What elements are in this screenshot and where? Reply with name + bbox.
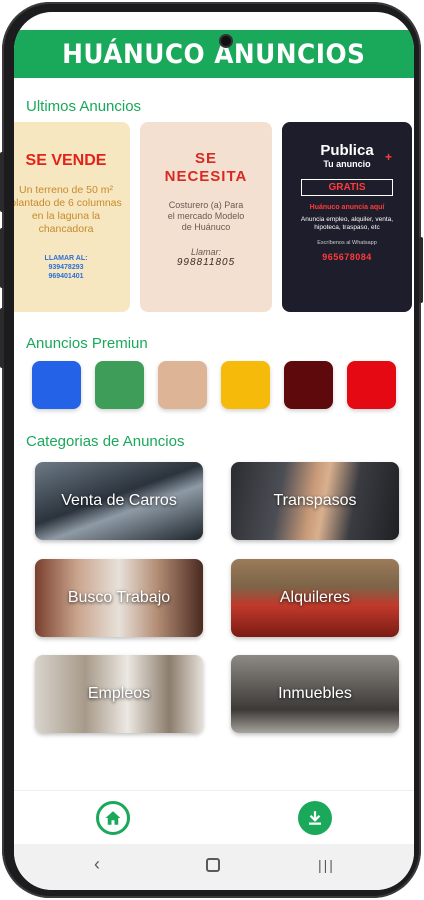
ad-heading: NECESITA — [164, 168, 248, 185]
ad-heading: Publica — [320, 142, 374, 159]
ad-phone: 969401401 — [48, 273, 84, 280]
category-inmuebles[interactable]: Inmuebles — [231, 655, 399, 733]
system-home-icon[interactable] — [206, 858, 220, 872]
power-button — [419, 237, 423, 303]
ad-call-label: Llamar: — [190, 247, 221, 257]
premium-swatch-beige[interactable] — [158, 361, 207, 409]
download-button[interactable] — [298, 801, 332, 835]
category-label: Empleos — [87, 685, 151, 702]
category-label: Inmuebles — [278, 685, 352, 702]
premium-swatch-red[interactable] — [347, 361, 396, 409]
ad-badge: GRATIS — [301, 179, 393, 196]
category-label: Alquileres — [279, 589, 351, 606]
latest-ads-title: Ultimos Anuncios — [26, 98, 142, 115]
category-alquileres[interactable]: Alquileres — [231, 559, 399, 637]
category-label: Venta de Carros — [61, 492, 177, 509]
back-icon[interactable]: ‹ — [94, 854, 100, 875]
ad-card-se-necesita[interactable]: SE NECESITA Costurero (a) Para el mercad… — [140, 122, 272, 312]
bixby-button — [0, 308, 4, 368]
ad-text: Costurero (a) Para el mercado Modelo de … — [167, 200, 245, 232]
ad-heading: SE — [194, 150, 217, 167]
bottom-navigation — [14, 790, 414, 844]
ad-card-publica[interactable]: + Publica Tu anuncio GRATIS Huánuco anun… — [282, 122, 412, 312]
category-busco-trabajo[interactable]: Busco Trabajo — [35, 559, 203, 637]
ad-text: Un terreno de 50 m² plantado de 6 column… — [14, 184, 122, 235]
premium-ads-title: Anuncios Premiun — [26, 335, 148, 352]
plus-icon: + — [384, 150, 392, 164]
ad-contact-label: LLAMAR AL: — [44, 255, 88, 262]
app-title: HUÁNUCO ANUNCIOS — [62, 38, 366, 70]
phone-frame: HUÁNUCO ANUNCIOS Ultimos Anuncios SE VEN… — [0, 2, 423, 898]
category-venta-de-carros[interactable]: Venta de Carros — [35, 462, 203, 540]
volume-button-2 — [0, 228, 4, 288]
download-icon — [309, 811, 321, 825]
category-empleos[interactable]: Empleos — [35, 655, 203, 733]
latest-ads-carousel[interactable]: SE VENDE Un terreno de 50 m² plantado de… — [14, 122, 414, 312]
app-header: HUÁNUCO ANUNCIOS — [14, 30, 414, 78]
home-button[interactable] — [96, 801, 130, 835]
premium-swatch-yellow[interactable] — [221, 361, 270, 409]
ad-phone: 939478293 — [48, 264, 84, 271]
volume-button — [0, 152, 4, 212]
recents-icon[interactable]: ||| — [318, 857, 335, 873]
front-camera — [219, 34, 233, 48]
premium-swatch-green[interactable] — [95, 361, 144, 409]
categories-title: Categorias de Anuncios — [26, 433, 185, 450]
ad-card-se-vende[interactable]: SE VENDE Un terreno de 50 m² plantado de… — [14, 122, 130, 312]
ad-whatsapp-text: Escríbenos al Whatsapp — [317, 240, 377, 246]
home-icon — [105, 811, 121, 825]
premium-swatch-blue[interactable] — [32, 361, 81, 409]
category-label: Busco Trabajo — [67, 589, 171, 606]
system-navigation-bar: ‹ ||| — [14, 844, 414, 890]
ad-phone: 965678084 — [322, 252, 372, 262]
ad-red-text: Huánuco anuncia aquí — [309, 204, 385, 211]
ad-text: Anuncia empleo, alquiler, venta, hipotec… — [300, 216, 394, 231]
ad-phone: 998811805 — [176, 257, 236, 268]
ad-heading: SE VENDE — [25, 152, 107, 169]
ad-subheading: Tu anuncio — [323, 159, 371, 169]
screen: HUÁNUCO ANUNCIOS Ultimos Anuncios SE VEN… — [14, 12, 414, 890]
category-transpasos[interactable]: Transpasos — [231, 462, 399, 540]
premium-swatch-maroon[interactable] — [284, 361, 333, 409]
category-label: Transpasos — [273, 492, 357, 509]
